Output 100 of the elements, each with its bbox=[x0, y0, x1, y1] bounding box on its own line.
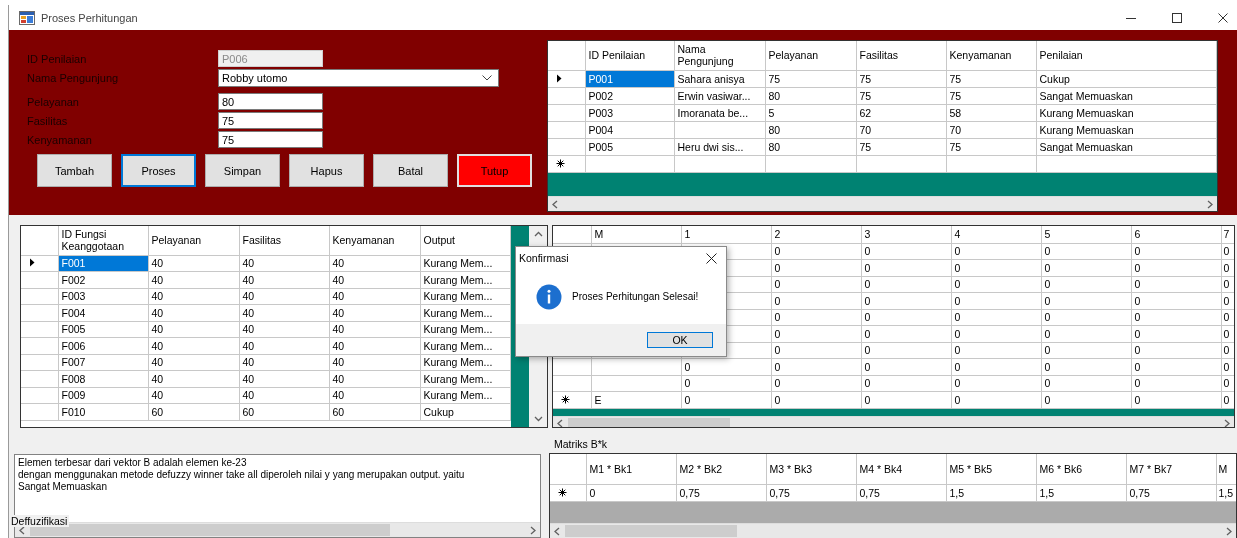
table-cell[interactable]: Cukup bbox=[420, 403, 511, 420]
table-cell[interactable]: F006 bbox=[58, 337, 148, 354]
table-cell[interactable]: F002 bbox=[58, 271, 148, 288]
column-header[interactable]: Fasilitas bbox=[856, 41, 946, 70]
column-header[interactable]: 3 bbox=[861, 226, 951, 243]
table-cell[interactable]: 75 bbox=[765, 70, 856, 87]
table-cell[interactable]: 0 bbox=[1041, 309, 1131, 326]
table-cell[interactable]: 0 bbox=[1041, 276, 1131, 293]
table-cell[interactable]: E bbox=[591, 391, 681, 408]
dropdown-field[interactable]: Robby utomo bbox=[218, 69, 499, 87]
table-cell[interactable]: 0 bbox=[1041, 358, 1131, 375]
table-cell[interactable]: 1,5 bbox=[1036, 484, 1126, 501]
table-cell[interactable]: 0 bbox=[1041, 325, 1131, 342]
table-cell[interactable]: 40 bbox=[329, 271, 420, 288]
table-cell[interactable]: Kurang Mem... bbox=[420, 255, 511, 272]
table-cell[interactable]: 70 bbox=[946, 121, 1036, 138]
table-cell[interactable]: 40 bbox=[329, 304, 420, 321]
scroll-down-icon[interactable] bbox=[532, 414, 544, 423]
table-cell[interactable]: 40 bbox=[239, 288, 329, 305]
table-cell[interactable]: 70 bbox=[856, 121, 946, 138]
table-cell[interactable]: 0 bbox=[1041, 259, 1131, 276]
table-cell[interactable]: Imoranata be... bbox=[674, 104, 765, 121]
table-cell[interactable]: 0 bbox=[586, 484, 676, 501]
form-button[interactable]: Hapus bbox=[289, 154, 364, 187]
table-cell[interactable]: 0 bbox=[951, 325, 1041, 342]
table-cell[interactable]: 62 bbox=[856, 104, 946, 121]
table-cell[interactable]: P004 bbox=[585, 121, 674, 138]
table-cell[interactable]: F008 bbox=[58, 370, 148, 387]
column-header[interactable]: 2 bbox=[771, 226, 861, 243]
table-cell[interactable]: 75 bbox=[946, 87, 1036, 104]
column-header[interactable]: 1 bbox=[681, 226, 771, 243]
scroll-left-icon[interactable] bbox=[551, 198, 560, 210]
table-cell[interactable]: 0 bbox=[1041, 243, 1131, 260]
table-cell[interactable]: 75 bbox=[856, 70, 946, 87]
table-cell[interactable]: 0 bbox=[951, 243, 1041, 260]
table-cell[interactable]: 75 bbox=[856, 87, 946, 104]
column-header[interactable]: M3 * Bk3 bbox=[766, 454, 856, 484]
table-cell[interactable]: 40 bbox=[239, 304, 329, 321]
horizontal-scrollbar[interactable] bbox=[550, 523, 1236, 538]
table-cell[interactable]: F010 bbox=[58, 403, 148, 420]
table-cell[interactable]: 0 bbox=[951, 391, 1041, 408]
table-cell[interactable]: Kurang Memuaskan bbox=[1036, 121, 1217, 138]
text-field[interactable]: 80 bbox=[218, 93, 323, 110]
text-field[interactable]: 75 bbox=[218, 131, 323, 148]
table-cell[interactable]: 0 bbox=[861, 358, 951, 375]
scroll-left-icon[interactable] bbox=[18, 524, 27, 536]
table-cell[interactable]: 0 bbox=[771, 375, 861, 392]
table-cell[interactable]: 0 bbox=[771, 391, 861, 408]
table-cell[interactable]: Kurang Mem... bbox=[420, 321, 511, 338]
column-header[interactable]: Pelayanan bbox=[148, 226, 239, 255]
table-cell[interactable]: Heru dwi sis... bbox=[674, 138, 765, 155]
table-cell[interactable]: 0 bbox=[861, 243, 951, 260]
table-cell[interactable]: 0 bbox=[861, 342, 951, 359]
form-button[interactable]: Tutup bbox=[457, 154, 532, 187]
table-cell[interactable]: F003 bbox=[58, 288, 148, 305]
table-cell[interactable]: Sangat Memuaskan bbox=[1036, 138, 1217, 155]
table-cell[interactable]: 0 bbox=[951, 342, 1041, 359]
column-header[interactable]: ID Penilaian bbox=[585, 41, 674, 70]
column-header[interactable]: Fasilitas bbox=[239, 226, 329, 255]
table-cell[interactable]: 0 bbox=[951, 276, 1041, 293]
table-cell[interactable]: 0 bbox=[951, 358, 1041, 375]
column-header[interactable]: M1 * Bk1 bbox=[586, 454, 676, 484]
column-header[interactable]: Pelayanan bbox=[765, 41, 856, 70]
table-cell[interactable]: 60 bbox=[148, 403, 239, 420]
table-cell[interactable]: 0 bbox=[861, 276, 951, 293]
scrollbar-thumb[interactable] bbox=[568, 417, 730, 427]
table-cell[interactable]: 40 bbox=[239, 387, 329, 404]
table-cell[interactable]: 0 bbox=[771, 243, 861, 260]
table-cell[interactable]: 0 bbox=[951, 309, 1041, 326]
table-cell[interactable]: 40 bbox=[239, 255, 329, 272]
table-cell[interactable]: 80 bbox=[765, 121, 856, 138]
table-cell[interactable]: 40 bbox=[329, 387, 420, 404]
table-cell[interactable]: Kurang Mem... bbox=[420, 271, 511, 288]
table-cell[interactable]: 40 bbox=[329, 321, 420, 338]
column-header[interactable]: M2 * Bk2 bbox=[676, 454, 766, 484]
column-header[interactable]: Output bbox=[420, 226, 511, 255]
table-cell[interactable]: F005 bbox=[58, 321, 148, 338]
table-cell[interactable]: 0 bbox=[861, 292, 951, 309]
table-cell[interactable]: Kurang Mem... bbox=[420, 304, 511, 321]
table-cell[interactable]: 0 bbox=[681, 358, 771, 375]
table-cell[interactable]: 0 bbox=[771, 309, 861, 326]
table-cell[interactable]: 80 bbox=[765, 138, 856, 155]
table-cell[interactable]: 40 bbox=[148, 304, 239, 321]
table-cell[interactable]: Kurang Mem... bbox=[420, 354, 511, 371]
scroll-left-icon[interactable] bbox=[556, 418, 565, 427]
table-cell[interactable]: F009 bbox=[58, 387, 148, 404]
table-cell[interactable]: 0 bbox=[771, 259, 861, 276]
table-cell[interactable]: Kurang Mem... bbox=[420, 288, 511, 305]
table-cell[interactable]: 0 bbox=[861, 309, 951, 326]
table-cell[interactable]: 0,75 bbox=[856, 484, 946, 501]
table-cell[interactable]: 0 bbox=[681, 391, 771, 408]
chevron-down-icon[interactable] bbox=[482, 75, 492, 81]
table-cell[interactable]: Kurang Mem... bbox=[420, 370, 511, 387]
table-cell[interactable]: 0 bbox=[1041, 292, 1131, 309]
table-cell[interactable]: 0 bbox=[771, 292, 861, 309]
table-cell[interactable]: Kurang Mem... bbox=[420, 387, 511, 404]
scroll-right-icon[interactable] bbox=[1224, 525, 1233, 537]
table-cell[interactable]: Kurang Memuaskan bbox=[1036, 104, 1217, 121]
table-cell[interactable]: 75 bbox=[946, 70, 1036, 87]
column-header[interactable]: M4 * Bk4 bbox=[856, 454, 946, 484]
